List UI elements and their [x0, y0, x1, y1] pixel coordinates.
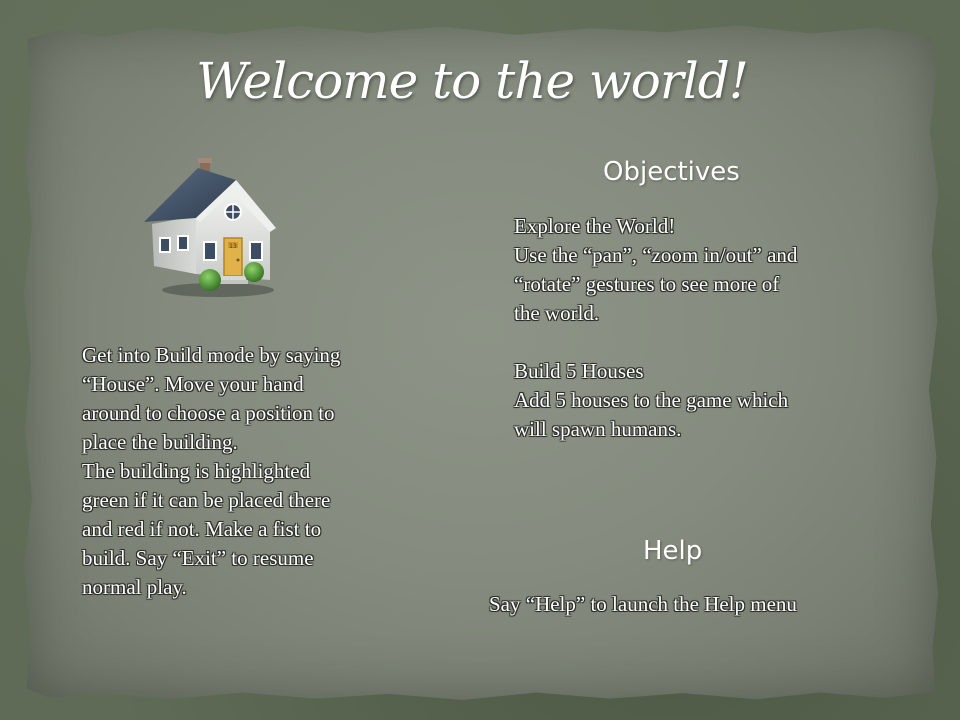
- build-line: “House”. Move your hand: [82, 372, 304, 396]
- build-instructions: Get into Build mode by saying “House”. M…: [82, 341, 340, 602]
- objective-line: “rotate” gestures to see more of: [514, 272, 780, 296]
- house-icon: 13: [144, 158, 276, 297]
- objective-line: Add 5 houses to the game which: [514, 388, 789, 412]
- objective-line: Build 5 Houses: [514, 359, 644, 383]
- build-line: and red if not. Make a fist to: [82, 517, 322, 541]
- build-line: Get into Build mode by saying: [82, 343, 341, 367]
- build-line: place the building.: [82, 430, 238, 454]
- build-line: normal play.: [82, 575, 187, 599]
- help-line: Say “Help” to launch the Help menu: [489, 592, 797, 616]
- objectives-heading: Objectives: [603, 157, 740, 187]
- objective-line: Use the “pan”, “zoom in/out” and: [514, 243, 798, 267]
- objectives-list: Explore the World! Use the “pan”, “zoom …: [514, 212, 797, 444]
- objective-line: will spawn humans.: [514, 417, 682, 441]
- page-title: Welcome to the world!: [196, 52, 749, 110]
- build-line: build. Say “Exit” to resume: [82, 546, 314, 570]
- door-number: 13: [229, 243, 237, 250]
- objective-line: the world.: [514, 301, 600, 325]
- build-line: green if it can be placed there: [82, 488, 331, 512]
- help-instruction: Say “Help” to launch the Help menu: [489, 590, 797, 619]
- objective-line: Explore the World!: [514, 214, 676, 238]
- help-heading: Help: [643, 536, 703, 566]
- build-line: The building is highlighted: [82, 459, 311, 483]
- build-line: around to choose a position to: [82, 401, 335, 425]
